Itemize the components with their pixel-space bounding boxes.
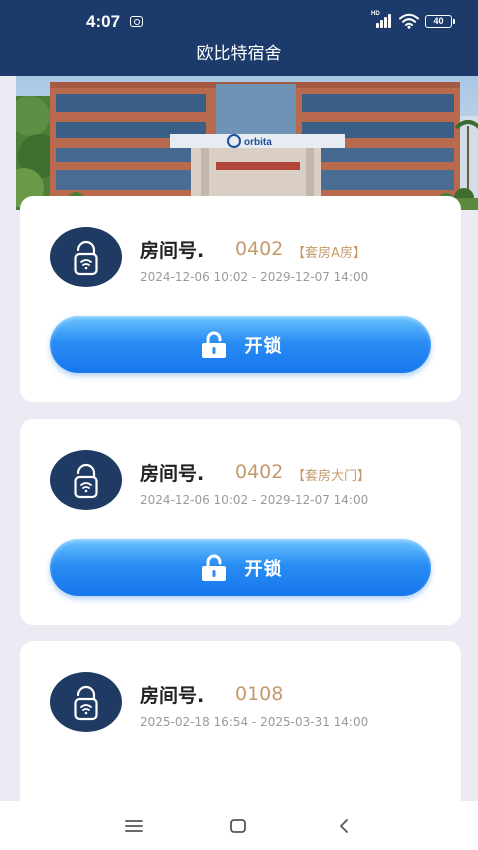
room-number: 0402 bbox=[235, 238, 284, 260]
wifi-icon bbox=[399, 13, 419, 29]
validity-period: 2024-12-06 10:02 - 2029-12-07 14:00 bbox=[140, 270, 369, 284]
app-header: 欧比特宿舍 bbox=[0, 40, 478, 76]
room-type: 【套房A房】 bbox=[292, 246, 366, 261]
room-card: 房间号. 0402 【套房大门】 2024-12-06 10:02 - 2029… bbox=[20, 419, 461, 625]
battery-level: 40 bbox=[433, 16, 444, 26]
home-icon bbox=[230, 819, 246, 833]
unlock-button[interactable]: 开锁 bbox=[50, 316, 431, 373]
status-time: 4:07 bbox=[86, 12, 121, 31]
network-badge: HD bbox=[371, 11, 380, 17]
validity-period: 2024-12-06 10:02 - 2029-12-07 14:00 bbox=[140, 493, 369, 507]
status-icons: HD 40 bbox=[371, 11, 455, 29]
door-lock-icon bbox=[50, 672, 122, 732]
door-lock-icon bbox=[50, 450, 122, 510]
unlock-label: 开锁 bbox=[244, 558, 283, 580]
room-label: 房间号. bbox=[140, 463, 205, 485]
dormitory-banner-image: orbita bbox=[16, 76, 478, 210]
menu-icon bbox=[125, 820, 143, 832]
unlock-icon bbox=[201, 331, 226, 358]
room-number: 0108 bbox=[235, 683, 284, 705]
notification-icon bbox=[130, 16, 143, 27]
menu-button[interactable] bbox=[122, 815, 146, 837]
room-number: 0402 bbox=[235, 461, 284, 483]
building-sign: orbita bbox=[244, 137, 272, 148]
room-label: 房间号. bbox=[140, 685, 205, 707]
room-card: 房间号. 0402 【套房A房】 2024-12-06 10:02 - 2029… bbox=[20, 196, 461, 402]
room-type: 【套房大门】 bbox=[292, 469, 371, 484]
back-icon bbox=[340, 819, 348, 833]
door-lock-icon bbox=[50, 227, 122, 287]
page-title: 欧比特宿舍 bbox=[196, 44, 282, 64]
signal-icon: HD bbox=[371, 11, 393, 28]
unlock-button[interactable]: 开锁 bbox=[50, 539, 431, 596]
unlock-label: 开锁 bbox=[244, 335, 283, 357]
battery-icon: 40 bbox=[425, 14, 455, 28]
room-label: 房间号. bbox=[140, 240, 205, 262]
back-button[interactable] bbox=[332, 815, 356, 837]
validity-period: 2025-02-18 16:54 - 2025-03-31 14:00 bbox=[140, 715, 369, 729]
system-nav-bar bbox=[0, 801, 478, 850]
home-button[interactable] bbox=[226, 815, 250, 837]
status-bar: 4:07 HD 40 bbox=[0, 0, 478, 40]
unlock-icon bbox=[201, 554, 226, 581]
